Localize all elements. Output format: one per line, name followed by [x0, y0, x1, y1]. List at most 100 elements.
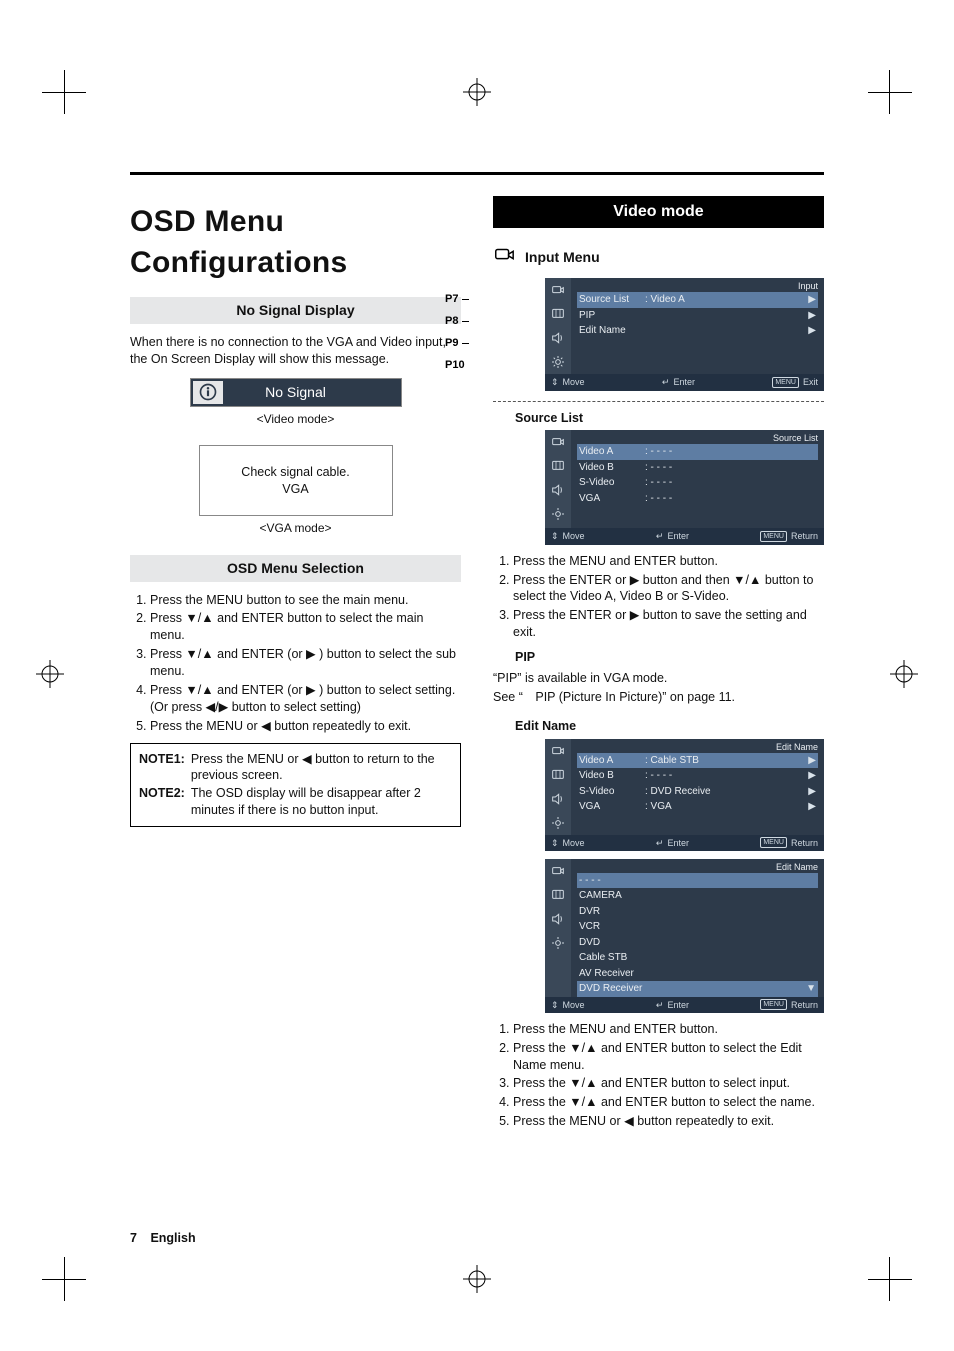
step: Press the MENU or ◀ button repeatedly to…	[513, 1113, 824, 1130]
source-list-steps: Press the MENU and ENTER button. Press t…	[493, 553, 824, 641]
osd-row: DVR	[577, 904, 818, 920]
video-mode-band: Video mode	[493, 196, 824, 228]
info-icon	[193, 381, 223, 404]
osd-title: Edit Name	[776, 741, 818, 753]
osd-sidebar	[545, 739, 571, 835]
input-osd-container: P7 P8 P9 P10 Input	[493, 278, 824, 390]
osd-sidebar	[545, 859, 571, 997]
sound-side-icon	[550, 911, 566, 927]
manual-page: OSD Menu Configurations No Signal Displa…	[0, 0, 954, 1351]
osd-row: S-Video: DVD Receive▶	[577, 784, 818, 800]
note-text: Press the MENU or ◀ button to return to …	[191, 751, 452, 785]
picture-side-icon	[550, 767, 566, 783]
page-footer: 7 English	[130, 1230, 206, 1247]
picture-side-icon	[550, 887, 566, 903]
osd-title: Source List	[773, 432, 818, 444]
osd-row-key: Video A	[579, 754, 641, 768]
step: Press the ▼/▲ and ENTER button to select…	[513, 1040, 824, 1074]
input-menu-label: Input Menu	[525, 248, 600, 267]
footer-move: Move	[563, 530, 585, 542]
osd-row-key: VGA	[579, 800, 641, 814]
footer-enter: Enter	[667, 837, 689, 849]
osd-row-arr: ▶	[806, 324, 816, 338]
content-columns: OSD Menu Configurations No Signal Displa…	[130, 196, 824, 1201]
osd-step: Press the MENU button to see the main me…	[150, 592, 461, 609]
vga-card: Check signal cable. VGA	[199, 445, 393, 517]
registration-mark	[463, 78, 491, 106]
osd-row-key: DVD Receiver	[579, 982, 802, 996]
edit-name-steps: Press the MENU and ENTER button. Press t…	[493, 1021, 824, 1130]
p-label: P8	[445, 314, 458, 329]
osd-row: CAMERA	[577, 888, 818, 904]
edit-name-osd-1: Edit Name Video A: Cable STB▶ Video B: -…	[545, 739, 824, 835]
osd-row-val: : - - - -	[645, 476, 816, 490]
osd-row-key: VGA	[579, 492, 641, 506]
crop-mark	[868, 1257, 912, 1301]
osd-row: - - - -	[577, 873, 818, 889]
top-rule	[130, 172, 824, 175]
step: Press the ▼/▲ and ENTER button to select…	[513, 1094, 824, 1111]
osd-sidebar	[545, 278, 571, 374]
step: Press the ENTER or ▶ button to save the …	[513, 607, 824, 641]
source-list-osd: Source List Video A: - - - - Video B: - …	[545, 430, 824, 528]
notes-box: NOTE1: Press the MENU or ◀ button to ret…	[130, 743, 461, 828]
input-side-icon	[550, 743, 566, 759]
input-side-icon	[550, 282, 566, 298]
osd-step: Press ▼/▲ and ENTER (or ▶ ) button to se…	[150, 646, 461, 680]
osd-row: VGA: VGA▶	[577, 799, 818, 815]
footer-enter: Enter	[667, 999, 689, 1011]
osd-row: S-Video: - - - -	[577, 475, 818, 491]
osd-sidebar	[545, 430, 571, 528]
dashed-separator	[493, 401, 824, 402]
osd-row: Cable STB	[577, 950, 818, 966]
note-row: NOTE1: Press the MENU or ◀ button to ret…	[139, 751, 452, 785]
osd-row-arr: ▶	[806, 293, 816, 307]
pip-line1: “PIP” is available in VGA mode.	[493, 670, 824, 687]
osd-row: DVD	[577, 935, 818, 951]
osd-row-val: : - - - -	[645, 492, 816, 506]
picture-side-icon	[550, 458, 566, 474]
osd-row: VCR	[577, 919, 818, 935]
video-mode-caption: <Video mode>	[130, 411, 461, 427]
input-side-icon	[550, 863, 566, 879]
no-signal-card: No Signal	[190, 378, 402, 407]
osd-footer: ⇕ Move ↵ Enter MENU Exit	[545, 374, 824, 390]
input-side-icon	[550, 434, 566, 450]
crop-mark	[42, 1257, 86, 1301]
footer-return: Return	[791, 530, 818, 542]
osd-row-key: Edit Name	[579, 324, 641, 338]
osd-row: DVD Receiver ▼	[577, 981, 818, 997]
p-labels: P7 P8 P9 P10	[445, 288, 469, 376]
registration-mark	[463, 1265, 491, 1293]
osd-row-arr: ▶	[806, 754, 816, 768]
no-signal-label: No Signal	[265, 383, 326, 402]
setup-side-icon	[550, 815, 566, 831]
osd-row-key: CAMERA	[579, 889, 816, 903]
osd-step: Press ▼/▲ and ENTER button to select the…	[150, 610, 461, 644]
osd-row: Edit Name ▶	[577, 323, 818, 339]
osd-row: PIP ▶	[577, 308, 818, 324]
step: Press the ▼/▲ and ENTER button to select…	[513, 1075, 824, 1092]
footer-move: Move	[563, 837, 585, 849]
pip-heading: PIP	[515, 649, 824, 666]
osd-row-val: : Video A	[645, 293, 802, 307]
edit-name-heading: Edit Name	[515, 718, 824, 735]
setup-side-icon	[550, 935, 566, 951]
osd-row-key: S-Video	[579, 785, 641, 799]
crop-mark	[42, 70, 86, 114]
osd-row-val: : VGA	[645, 800, 802, 814]
osd-step: Press ▼/▲ and ENTER (or ▶ ) button to se…	[150, 682, 461, 716]
setup-side-icon	[550, 506, 566, 522]
vga-mode-caption: <VGA mode>	[130, 520, 461, 536]
osd-footer: ⇕ Move ↵ Enter MENU Return	[545, 997, 824, 1013]
picture-side-icon	[550, 306, 566, 322]
osd-row-key: Source List	[579, 293, 641, 307]
step: Press the MENU and ENTER button.	[513, 553, 824, 570]
osd-steps: Press the MENU button to see the main me…	[130, 592, 461, 735]
input-menu-header: Input Menu	[493, 244, 824, 271]
scroll-down-icon: ▼	[806, 982, 816, 996]
osd-row-key: Video B	[579, 769, 641, 783]
no-signal-intro: When there is no connection to the VGA a…	[130, 334, 461, 368]
footer-exit: Exit	[803, 376, 818, 388]
p-label: P10	[445, 358, 465, 373]
